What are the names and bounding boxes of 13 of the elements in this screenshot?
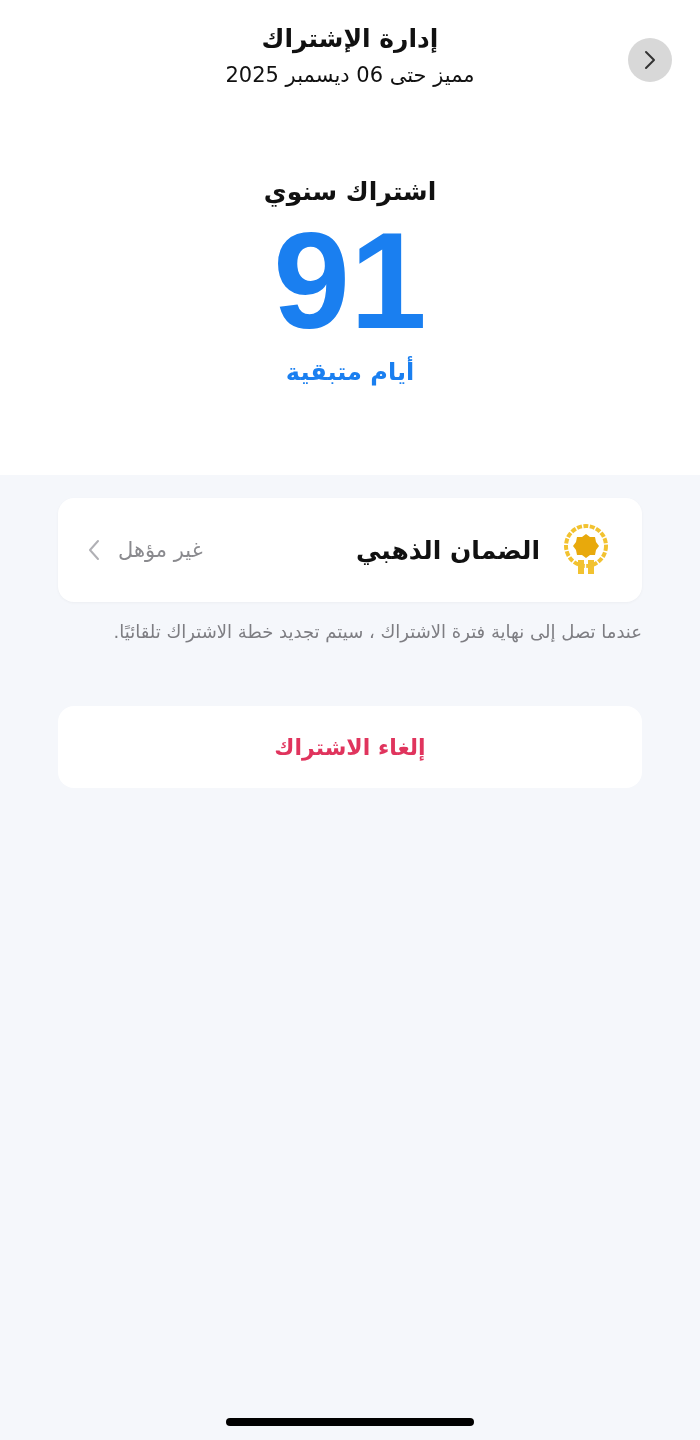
chevron-right-icon <box>644 50 656 70</box>
days-remaining-label: أيام متبقية <box>285 358 415 386</box>
golden-warranty-row[interactable]: الضمان الذهبي غير مؤهل <box>58 498 642 602</box>
page-title: إدارة الإشتراك <box>261 24 439 53</box>
warranty-status: غير مؤهل <box>118 538 203 562</box>
subscription-expiry: مميز حتى 06 ديسمبر 2025 <box>225 63 475 87</box>
plan-name: اشتراك سنوي <box>263 177 437 206</box>
cancel-subscription-button[interactable]: إلغاء الاشتراك <box>58 706 642 788</box>
days-remaining: 91 <box>273 210 427 350</box>
back-button[interactable] <box>628 38 672 82</box>
chevron-left-icon <box>88 539 100 561</box>
warranty-title: الضمان الذهبي <box>356 535 540 565</box>
renewal-note: عندما تصل إلى نهاية فترة الاشتراك ، سيتم تجديد خطة الاشتراك تلقائيًا. <box>112 620 642 645</box>
